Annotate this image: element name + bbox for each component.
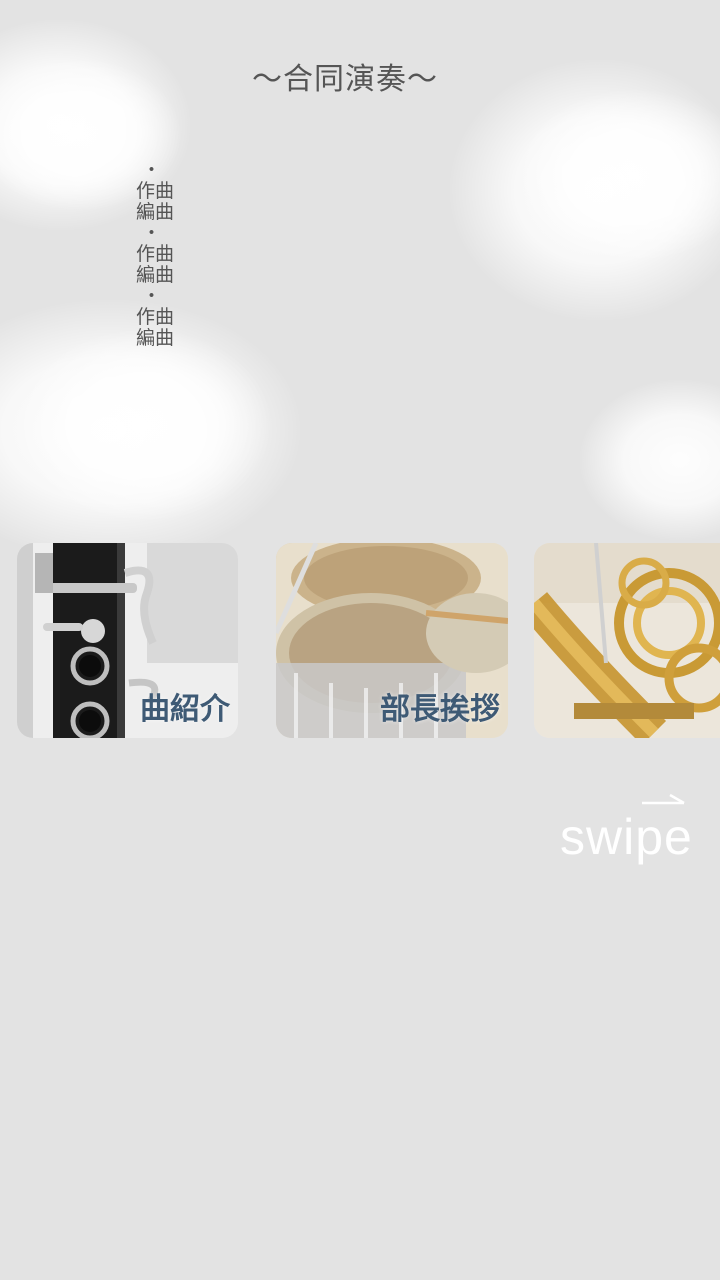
- swipe-hint-label: swipe: [560, 809, 693, 865]
- card-label: 曲紹介: [140, 692, 230, 727]
- credit-entry: ・ 作曲 編曲: [136, 286, 196, 349]
- credit-arranger-label: 編曲: [136, 264, 175, 286]
- credit-arranger-label: 編曲: [136, 327, 175, 349]
- screen: 〜合同演奏〜 ・ 作曲 編曲 ・ 作曲 編曲 ・ 作曲 編曲 曲紹介 部長挨拶 …: [0, 0, 720, 1280]
- credit-bullet: ・: [142, 159, 162, 181]
- page-title: 〜合同演奏〜: [252, 62, 438, 97]
- card-label: 部長挨拶: [380, 692, 500, 727]
- credit-entry: ・ 作曲 編曲: [136, 160, 196, 223]
- credit-bullet: ・: [142, 285, 162, 307]
- credit-bullet: ・: [142, 222, 162, 244]
- right-arrow-icon: [642, 793, 685, 805]
- song-intro-card[interactable]: 曲紹介: [17, 543, 238, 738]
- credit-composer-label: 作曲: [136, 180, 175, 202]
- cloud-decoration: [20, 330, 270, 520]
- credit-entry: ・ 作曲 編曲: [136, 223, 196, 286]
- cloud-decoration: [450, 60, 720, 320]
- cloud-decoration: [580, 380, 720, 540]
- credit-composer-label: 作曲: [136, 306, 175, 328]
- french-horn-photo: [534, 543, 720, 738]
- president-greeting-card[interactable]: 部長挨拶: [276, 543, 508, 738]
- credits-list: ・ 作曲 編曲 ・ 作曲 編曲 ・ 作曲 編曲: [136, 160, 196, 349]
- credit-composer-label: 作曲: [136, 243, 175, 265]
- credit-arranger-label: 編曲: [136, 201, 175, 223]
- cloud-decoration: [520, 90, 720, 260]
- horn-card[interactable]: [534, 543, 720, 738]
